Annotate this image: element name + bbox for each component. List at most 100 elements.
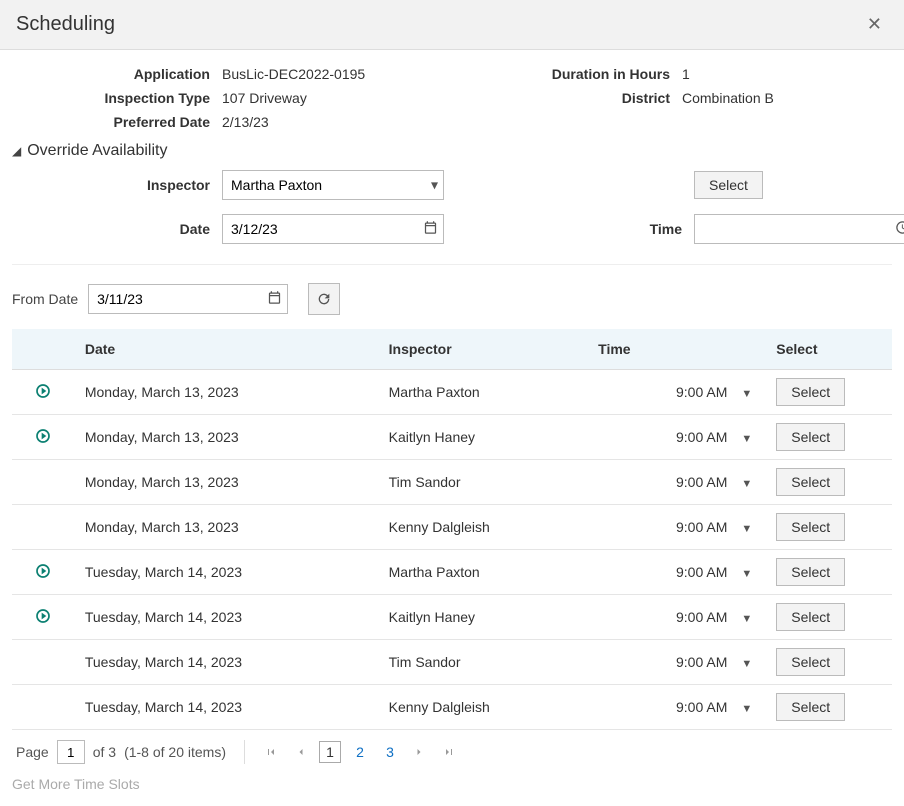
time-dropdown-icon[interactable]: ▼	[741, 433, 752, 445]
row-date: Tuesday, March 14, 2023	[75, 685, 379, 730]
district-label: District	[472, 90, 682, 106]
time-dropdown-icon[interactable]: ▼	[741, 613, 752, 625]
from-date-input[interactable]	[88, 284, 288, 314]
row-inspector: Martha Paxton	[379, 370, 589, 415]
row-time: 9:00 AM	[676, 429, 727, 445]
row-time: 9:00 AM	[676, 699, 727, 715]
pager-page-label: Page	[16, 744, 49, 760]
pager-page-1[interactable]: 1	[319, 741, 341, 763]
row-date: Monday, March 13, 2023	[75, 460, 379, 505]
preference-icon	[35, 428, 51, 444]
pager-last-button[interactable]	[437, 740, 461, 764]
table-row: Tuesday, March 14, 2023Kaitlyn Haney 9:00…	[12, 595, 892, 640]
refresh-button[interactable]	[308, 283, 340, 315]
row-select-button[interactable]: Select	[776, 423, 845, 451]
pager-page-input[interactable]	[57, 740, 85, 764]
row-inspector: Kaitlyn Haney	[379, 595, 589, 640]
pager-page-2[interactable]: 2	[349, 741, 371, 763]
slots-table: Date Inspector Time Select Monday, March…	[12, 329, 892, 730]
col-inspector-header[interactable]: Inspector	[379, 329, 589, 370]
row-select-button[interactable]: Select	[776, 378, 845, 406]
row-inspector: Martha Paxton	[379, 550, 589, 595]
from-date-label: From Date	[12, 291, 78, 307]
row-select-button[interactable]: Select	[776, 693, 845, 721]
row-time: 9:00 AM	[676, 474, 727, 490]
row-time: 9:00 AM	[676, 564, 727, 580]
chevron-first-icon	[265, 746, 277, 758]
refresh-icon	[316, 291, 332, 307]
row-select-button[interactable]: Select	[776, 648, 845, 676]
dialog-header: Scheduling ✕	[0, 0, 904, 50]
override-date-input[interactable]	[222, 214, 444, 244]
pager-prev-button[interactable]	[289, 740, 313, 764]
preferred-date-label: Preferred Date	[12, 114, 222, 130]
table-row: Tuesday, March 14, 2023Martha Paxton 9:00…	[12, 550, 892, 595]
duration-value: 1	[682, 66, 690, 82]
override-section-toggle[interactable]: ◢ Override Availability	[12, 142, 892, 160]
pager-first-button[interactable]	[259, 740, 283, 764]
time-dropdown-icon[interactable]: ▼	[741, 388, 752, 400]
override-date-label: Date	[12, 221, 222, 237]
inspection-type-value: 107 Driveway	[222, 90, 307, 106]
row-date: Tuesday, March 14, 2023	[75, 550, 379, 595]
time-dropdown-icon[interactable]: ▼	[741, 478, 752, 490]
chevron-right-icon	[413, 746, 425, 758]
pager-page-3[interactable]: 3	[379, 741, 401, 763]
row-date: Monday, March 13, 2023	[75, 370, 379, 415]
override-select-button[interactable]: Select	[694, 171, 763, 199]
table-row: Monday, March 13, 2023Tim Sandor 9:00 AM ▼…	[12, 460, 892, 505]
time-dropdown-icon[interactable]: ▼	[741, 658, 752, 670]
row-inspector: Tim Sandor	[379, 460, 589, 505]
pager: Page of 3 (1-8 of 20 items) 123	[12, 730, 892, 774]
application-label: Application	[12, 66, 222, 82]
dialog-title: Scheduling	[16, 13, 115, 36]
table-row: Monday, March 13, 2023Martha Paxton 9:00 …	[12, 370, 892, 415]
override-title: Override Availability	[27, 142, 167, 160]
row-date: Monday, March 13, 2023	[75, 505, 379, 550]
time-dropdown-icon[interactable]: ▼	[741, 703, 752, 715]
row-select-button[interactable]: Select	[776, 603, 845, 631]
preference-icon	[35, 608, 51, 624]
inspector-select[interactable]	[222, 170, 444, 200]
preferred-date-value: 2/13/23	[222, 114, 269, 130]
inspector-label: Inspector	[12, 177, 222, 193]
row-inspector: Kenny Dalgleish	[379, 505, 589, 550]
duration-label: Duration in Hours	[472, 66, 682, 82]
get-more-link[interactable]: Get More Time Slots	[12, 774, 892, 798]
details-grid: Application BusLic-DEC2022-0195 Duration…	[12, 66, 892, 130]
pager-summary: (1-8 of 20 items)	[124, 744, 226, 760]
time-dropdown-icon[interactable]: ▼	[741, 568, 752, 580]
row-select-button[interactable]: Select	[776, 558, 845, 586]
application-value: BusLic-DEC2022-0195	[222, 66, 365, 82]
col-time-header[interactable]: Time	[588, 329, 766, 370]
table-row: Monday, March 13, 2023Kaitlyn Haney 9:00 …	[12, 415, 892, 460]
pager-next-button[interactable]	[407, 740, 431, 764]
row-inspector: Tim Sandor	[379, 640, 589, 685]
table-row: Monday, March 13, 2023Kenny Dalgleish9:0…	[12, 505, 892, 550]
preference-icon	[35, 563, 51, 579]
row-date: Monday, March 13, 2023	[75, 415, 379, 460]
pager-of-label: of 3	[93, 744, 116, 760]
row-date: Tuesday, March 14, 2023	[75, 640, 379, 685]
row-time: 9:00 AM	[676, 384, 727, 400]
row-select-button[interactable]: Select	[776, 513, 845, 541]
row-inspector: Kaitlyn Haney	[379, 415, 589, 460]
preference-icon	[35, 383, 51, 399]
table-row: Tuesday, March 14, 2023Tim Sandor 9:00 AM…	[12, 640, 892, 685]
row-date: Tuesday, March 14, 2023	[75, 595, 379, 640]
table-row: Tuesday, March 14, 2023Kenny Dalgleish9:…	[12, 685, 892, 730]
override-time-input[interactable]	[694, 214, 904, 244]
collapse-icon: ◢	[12, 144, 21, 158]
row-time: 9:00 AM	[676, 654, 727, 670]
district-value: Combination B	[682, 90, 774, 106]
inspection-type-label: Inspection Type	[12, 90, 222, 106]
chevron-left-icon	[295, 746, 307, 758]
close-icon[interactable]: ✕	[861, 12, 888, 37]
row-select-button[interactable]: Select	[776, 468, 845, 496]
override-time-label: Time	[484, 221, 694, 237]
time-dropdown-icon[interactable]: ▼	[741, 523, 752, 535]
col-select-header: Select	[766, 329, 892, 370]
row-time: 9:00 AM	[676, 609, 727, 625]
col-date-header[interactable]: Date	[75, 329, 379, 370]
chevron-last-icon	[443, 746, 455, 758]
